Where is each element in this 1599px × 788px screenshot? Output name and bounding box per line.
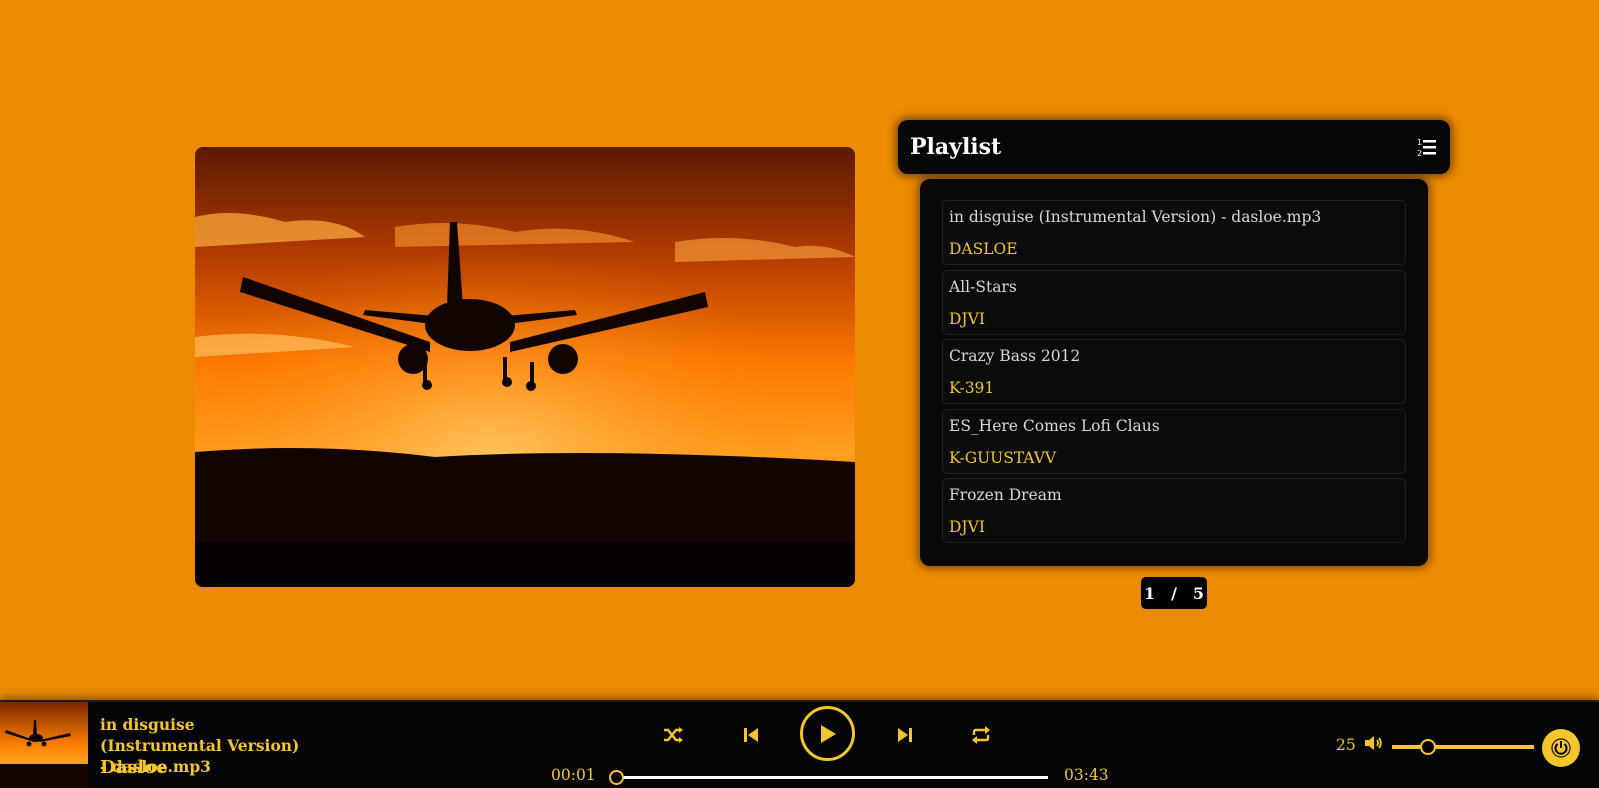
power-icon	[1551, 738, 1571, 758]
duration: 03:43	[1064, 766, 1109, 784]
page-total: 5	[1192, 583, 1205, 603]
playlist-header: Playlist 1 2	[898, 120, 1450, 174]
pagination[interactable]: 1 / 5	[1141, 577, 1207, 609]
now-playing-artist: Dasloe	[100, 757, 168, 778]
volume-icon[interactable]	[1364, 733, 1384, 753]
page-current: 1	[1143, 583, 1156, 603]
track-title: All-Stars	[949, 277, 1017, 296]
track-artist: DJVI	[949, 309, 985, 328]
volume-slider[interactable]	[1392, 739, 1534, 755]
volume-value: 25	[1336, 736, 1356, 754]
player-bar: in disguise (Instrumental Version) - das…	[0, 700, 1599, 788]
track-title: in disguise (Instrumental Version) - das…	[949, 208, 1322, 226]
track-artist: DASLOE	[949, 240, 1018, 258]
track-artist: DJVI	[949, 518, 985, 536]
track-title: ES_Here Comes Lofi Claus	[949, 416, 1160, 435]
current-time: 00:01	[551, 766, 596, 784]
repeat-icon[interactable]	[970, 724, 992, 746]
progress-handle[interactable]	[609, 770, 625, 785]
track-artist: K-GUUSTAVV	[949, 448, 1057, 467]
album-artwork	[195, 147, 855, 587]
playlist-item[interactable]: Frozen Dream DJVI	[942, 478, 1406, 543]
playlist-title: Playlist	[910, 134, 1002, 160]
power-button[interactable]	[1542, 729, 1580, 767]
track-artist: K-391	[949, 379, 995, 397]
track-title: Crazy Bass 2012	[949, 347, 1081, 365]
page-separator: /	[1171, 583, 1177, 603]
playlist-item[interactable]: ES_Here Comes Lofi Claus K-GUUSTAVV	[942, 408, 1406, 474]
list-ordered-icon[interactable]: 1 2	[1416, 137, 1436, 158]
play-icon	[820, 724, 836, 743]
track-title: Frozen Dream	[949, 486, 1062, 504]
progress-bar[interactable]	[609, 770, 1048, 785]
play-button[interactable]	[800, 706, 855, 761]
previous-icon[interactable]	[740, 724, 762, 746]
playlist-list: in disguise (Instrumental Version) - das…	[920, 179, 1428, 566]
next-icon[interactable]	[894, 724, 916, 746]
svg-text:1: 1	[1417, 138, 1422, 147]
playlist-item[interactable]: All-Stars DJVI	[942, 269, 1406, 335]
airplane-sunset-image	[195, 147, 855, 587]
volume-handle[interactable]	[1419, 739, 1436, 755]
shuffle-icon[interactable]	[662, 724, 684, 746]
svg-text:2: 2	[1417, 149, 1422, 157]
playlist-item[interactable]: Crazy Bass 2012 K-391	[942, 339, 1406, 404]
now-playing-thumbnail	[0, 702, 88, 788]
playlist-item[interactable]: in disguise (Instrumental Version) - das…	[942, 200, 1406, 265]
